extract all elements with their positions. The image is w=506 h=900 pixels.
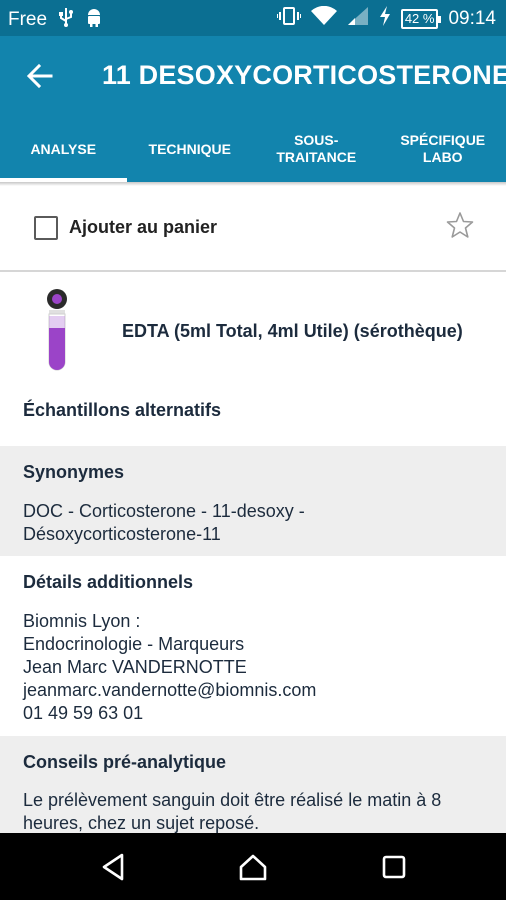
tab-label-line2: LABO [422, 149, 463, 165]
arrow-left-icon[interactable] [22, 58, 58, 94]
android-icon [85, 7, 103, 33]
battery-icon: 42 % [400, 9, 442, 29]
add-to-cart-checkbox[interactable] [34, 216, 58, 240]
signal-icon [347, 6, 369, 32]
page-title: 11 DESOXYCORTICOSTERONE [102, 60, 506, 90]
tab-label-line2: TRAITANCE [276, 149, 357, 165]
add-to-cart-label[interactable]: Ajouter au panier [69, 217, 217, 238]
tab-label: TECHNIQUE [148, 140, 231, 157]
details-email[interactable]: jeanmarc.vandernotte@biomnis.com [23, 679, 316, 702]
tab-specifique-labo[interactable]: SPÉCIFIQUE LABO [380, 116, 506, 182]
add-to-cart-row: Ajouter au panier [0, 186, 506, 270]
tab-label-line1: SPÉCIFIQUE [400, 132, 486, 148]
vibrate-icon [275, 6, 302, 32]
status-bar: Free 42 % 09:14 [0, 0, 506, 36]
tab-label-line1: SOUS- [294, 132, 339, 148]
home-icon[interactable] [237, 851, 269, 883]
usb-icon [57, 7, 75, 33]
app-bar: 11 DESOXYCORTICOSTERONE [0, 36, 506, 116]
tab-analyse[interactable]: ANALYSE [0, 116, 127, 182]
details-text: Biomnis Lyon : Endocrinologie - Marqueur… [23, 610, 316, 725]
synonyms-text: DOC - Corticosterone - 11-desoxy - Désox… [23, 500, 305, 546]
details-line: Endocrinologie - Marqueurs [23, 634, 245, 654]
alternative-samples-title: Échantillons alternatifs [23, 400, 222, 420]
details-phone[interactable]: 01 49 59 63 01 [23, 702, 316, 725]
preanalytic-section: Conseils pré-analytique Le prélèvement s… [0, 736, 506, 833]
wifi-icon [310, 5, 337, 32]
tab-technique[interactable]: TECHNIQUE [127, 116, 254, 182]
star-outline-icon[interactable] [446, 211, 474, 239]
carrier-name: Free [8, 9, 48, 30]
tab-sous-traitance[interactable]: SOUS- TRAITANCE [253, 116, 380, 182]
tab-bar: ANALYSE TECHNIQUE SOUS- TRAITANCE SPÉCIF… [0, 116, 506, 182]
preanalytic-text: Le prélèvement sanguin doit être réalisé… [23, 789, 441, 833]
preanalytic-line: heures, chez un sujet reposé. [23, 813, 260, 833]
details-line: Biomnis Lyon : [23, 611, 141, 631]
details-line: Jean Marc VANDERNOTTE [23, 657, 247, 677]
sample-section: EDTA (5ml Total, 4ml Utile) (sérothèque)… [0, 272, 506, 446]
synonyms-section: Synonymes DOC - Corticosterone - 11-deso… [0, 446, 506, 556]
details-title: Détails additionnels [23, 572, 194, 592]
tab-label: ANALYSE [30, 140, 97, 157]
synonyms-line: Désoxycorticosterone-11 [23, 524, 221, 544]
system-nav-bar [0, 833, 506, 900]
test-tube-icon [44, 288, 70, 377]
details-section: Détails additionnels Biomnis Lyon : Endo… [0, 556, 506, 736]
recents-icon[interactable] [378, 851, 410, 883]
charging-icon [379, 6, 391, 32]
clock: 09:14 [448, 8, 496, 29]
sample-description: EDTA (5ml Total, 4ml Utile) (sérothèque) [122, 321, 463, 341]
synonyms-line: DOC - Corticosterone - 11-desoxy - [23, 501, 305, 521]
preanalytic-title: Conseils pré-analytique [23, 752, 227, 772]
synonyms-title: Synonymes [23, 462, 125, 482]
preanalytic-line: Le prélèvement sanguin doit être réalisé… [23, 790, 442, 810]
back-triangle-icon[interactable] [98, 851, 130, 883]
